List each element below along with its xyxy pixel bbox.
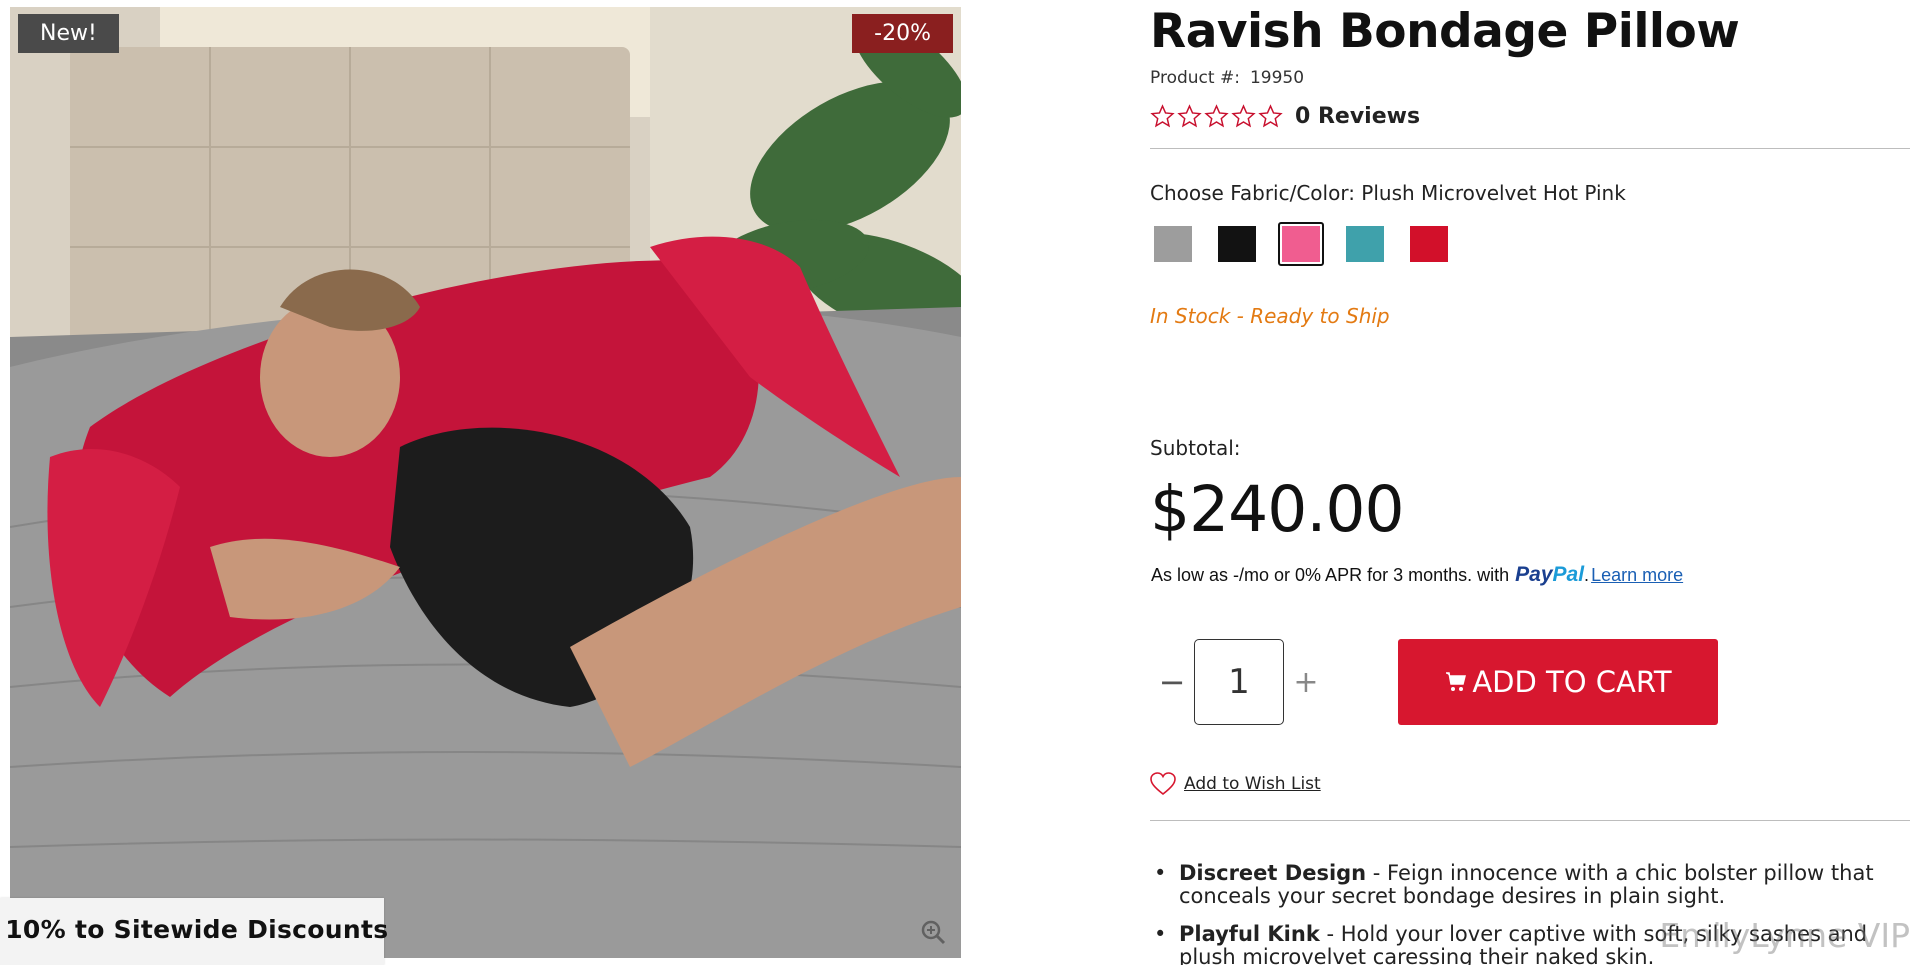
star-icon[interactable] <box>1231 104 1256 129</box>
star-icon[interactable] <box>1177 104 1202 129</box>
product-image-gallery[interactable]: New! -20% <box>10 7 961 958</box>
product-photo[interactable] <box>10 7 961 958</box>
product-number-label: Product #: <box>1150 68 1240 88</box>
color-swatch[interactable] <box>1342 222 1388 266</box>
price: $240.00 <box>1150 473 1405 546</box>
star-icon[interactable] <box>1150 104 1175 129</box>
color-swatch-fill <box>1154 226 1192 262</box>
paypal-text: As low as -/mo or 0% APR for 3 months. w… <box>1151 565 1510 585</box>
product-number-value: 19950 <box>1249 68 1305 88</box>
feature-item: Discreet Design - Feign innocence with a… <box>1150 862 1910 908</box>
add-to-cart-label: ADD TO CART <box>1472 665 1672 699</box>
paypal-dot: . <box>1584 565 1590 585</box>
zoom-in-icon[interactable] <box>919 918 947 946</box>
promo-banner[interactable]: d 10% to Sitewide Discounts <box>0 898 388 965</box>
fabric-color-label: Choose Fabric/Color: Plush Microvelvet H… <box>1150 181 1626 205</box>
star-icon[interactable] <box>1258 104 1283 129</box>
color-swatch-fill <box>1282 226 1320 262</box>
color-swatch[interactable] <box>1214 222 1260 266</box>
increase-quantity-button[interactable]: + <box>1284 639 1328 725</box>
color-swatches <box>1150 222 1452 266</box>
product-title: Ravish Bondage Pillow <box>1150 4 1740 59</box>
feature-title: Playful Kink <box>1179 922 1320 946</box>
learn-more-link[interactable]: Learn more <box>1591 565 1683 586</box>
add-to-wishlist[interactable]: Add to Wish List <box>1150 772 1321 796</box>
promo-text: d 10% to Sitewide Discounts <box>0 915 389 944</box>
color-swatch[interactable] <box>1150 222 1196 266</box>
reviews-link[interactable]: 0 Reviews <box>1295 104 1420 129</box>
quantity-input[interactable] <box>1194 639 1284 725</box>
color-swatch-fill <box>1218 226 1256 262</box>
color-swatch-fill <box>1346 226 1384 262</box>
heart-icon <box>1150 772 1176 796</box>
color-swatch[interactable] <box>1278 222 1324 266</box>
decrease-quantity-button[interactable]: − <box>1150 639 1194 725</box>
divider <box>1150 148 1910 149</box>
product-page: New! -20% d 10% to Sitewide Discounts Ra… <box>0 0 1920 965</box>
stock-status: In Stock - Ready to Ship <box>1150 304 1390 328</box>
color-swatch[interactable] <box>1406 222 1452 266</box>
divider <box>1150 820 1910 821</box>
new-badge: New! <box>18 14 119 53</box>
cart-icon <box>1446 672 1467 691</box>
paypal-logo: PayPal <box>1515 563 1585 586</box>
product-number: Product #: 19950 <box>1150 68 1304 88</box>
feature-title: Discreet Design <box>1179 861 1367 885</box>
subtotal-label: Subtotal: <box>1150 436 1241 460</box>
rating[interactable]: 0 Reviews <box>1150 104 1420 129</box>
star-rating[interactable] <box>1150 104 1283 129</box>
add-to-cart-button[interactable]: ADD TO CART <box>1398 639 1718 725</box>
color-swatch-fill <box>1410 226 1448 262</box>
feature-item: Playful Kink - Hold your lover captive w… <box>1150 923 1910 965</box>
star-icon[interactable] <box>1204 104 1229 129</box>
wishlist-label: Add to Wish List <box>1184 774 1321 794</box>
discount-badge: -20% <box>852 14 953 53</box>
feature-list: Discreet Design - Feign innocence with a… <box>1150 862 1910 965</box>
paypal-financing: As low as -/mo or 0% APR for 3 months. w… <box>1151 563 1683 587</box>
quantity-row: − + ADD TO CART <box>1150 639 1718 725</box>
